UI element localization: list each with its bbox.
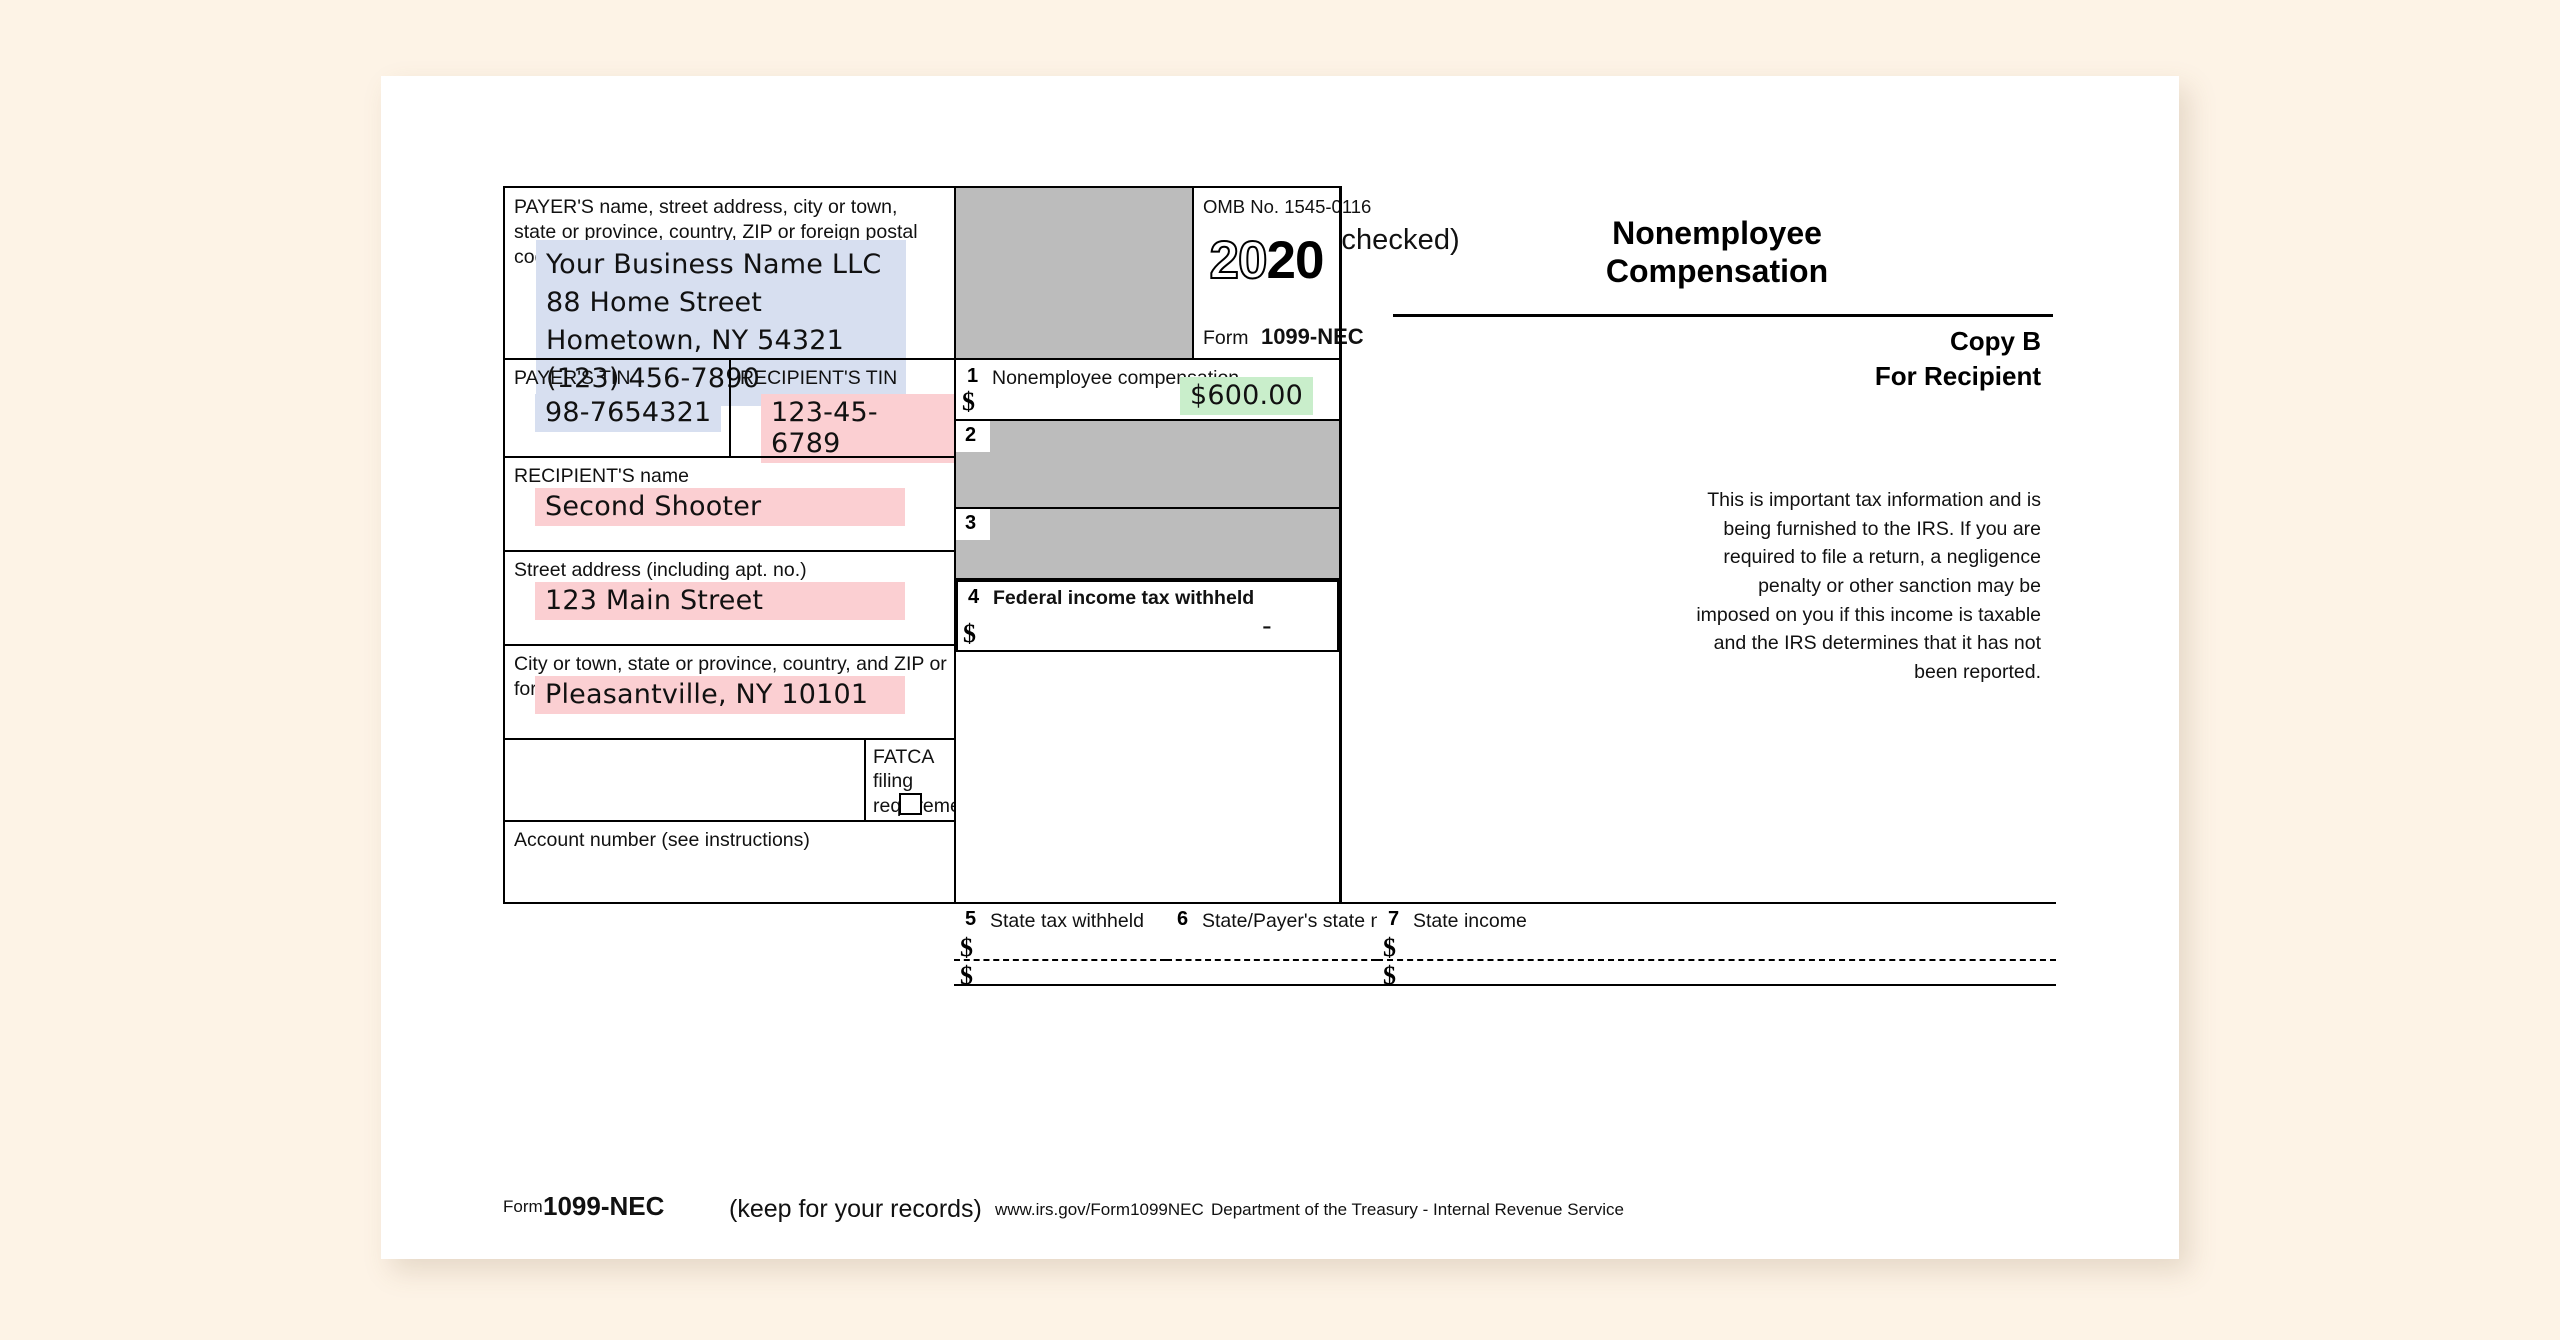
form-title: Nonemployee Compensation bbox=[1381, 214, 2053, 291]
tax-year-prefix: 20 bbox=[1209, 231, 1269, 290]
box-7-label: State income bbox=[1413, 910, 1527, 932]
omb-label: OMB No. 1545-0116 bbox=[1203, 196, 1372, 217]
recipient-street-label: Street address (including apt. no.) bbox=[514, 559, 807, 581]
box-1[interactable]: 1 Nonemployee compensation $ $600.00 bbox=[954, 358, 1341, 421]
form-number-label: 1099-NEC bbox=[1260, 324, 1364, 350]
fatca-label-line1: FATCA filing bbox=[873, 746, 934, 793]
box-6-label: State/Payer's state no. bbox=[1202, 910, 1398, 932]
box-3-number: 3 bbox=[956, 509, 991, 540]
recipient-tin-label: RECIPIENT'S TIN bbox=[740, 367, 898, 389]
box-4-label: Federal income tax withheld bbox=[993, 587, 1255, 609]
copy-b-label: Copy B bbox=[1950, 326, 2041, 356]
footer-form-number: 1099-NEC bbox=[543, 1191, 665, 1221]
form-grid: PAYER'S name, street address, city or to… bbox=[503, 186, 2056, 1186]
box-6-value-1 bbox=[1180, 936, 1200, 943]
form-title-line-1: Nonemployee bbox=[1612, 215, 1822, 251]
copy-label-block: Copy B For Recipient bbox=[1381, 324, 2041, 394]
box-7-value-1 bbox=[1411, 936, 1431, 943]
footer-url: www.irs.gov/Form1099NEC bbox=[995, 1200, 1204, 1219]
account-number-label: Account number (see instructions) bbox=[514, 829, 810, 851]
recipient-city-value: Pleasantville, NY 10101 bbox=[535, 676, 905, 714]
recipient-street-value: 123 Main Street bbox=[535, 582, 905, 620]
tax-year-suffix: 20 bbox=[1266, 231, 1325, 290]
box-7-value-2 bbox=[1411, 964, 1431, 971]
box-6[interactable]: 6 State/Payer's state no. bbox=[1166, 902, 1398, 986]
footer-agency: Department of the Treasury - Internal Re… bbox=[1211, 1200, 1624, 1219]
box-7-currency-2: $ bbox=[1383, 961, 1396, 990]
middle-blank-box bbox=[954, 652, 1341, 904]
form-prefix-label: Form bbox=[1203, 327, 1249, 350]
box-5-label: State tax withheld bbox=[990, 910, 1144, 932]
box-5-currency-2: $ bbox=[960, 961, 973, 990]
box-4-currency: $ bbox=[963, 619, 976, 648]
payer-tin-box[interactable]: PAYER'S TIN 98-7654321 bbox=[503, 358, 731, 458]
recipient-name-value: Second Shooter bbox=[535, 488, 905, 526]
payer-tin-label: PAYER'S TIN bbox=[514, 367, 631, 389]
box-1-value: $600.00 bbox=[1179, 377, 1313, 415]
recipient-street-box[interactable]: Street address (including apt. no.) 123 … bbox=[503, 550, 956, 646]
omb-year-box: OMB No. 1545-0116 2020 Form 1099-NEC bbox=[1192, 186, 1371, 360]
box-5[interactable]: 5 State tax withheld $ $ bbox=[954, 902, 1168, 990]
footer-keep-note: (keep for your records) bbox=[729, 1195, 982, 1223]
recipient-name-label: RECIPIENT'S name bbox=[514, 465, 689, 487]
box-7[interactable]: 7 State income $ $ bbox=[1377, 902, 2056, 990]
box-3: 3 bbox=[954, 507, 1341, 580]
copy-divider-rule bbox=[1393, 314, 2053, 317]
box-2: 2 bbox=[954, 419, 1341, 509]
box-5-divider bbox=[954, 959, 1166, 961]
payer-name-address-box[interactable]: PAYER'S name, street address, city or to… bbox=[503, 186, 956, 406]
payer-street: 88 Home Street bbox=[546, 287, 763, 318]
recipient-city-box[interactable]: City or town, state or province, country… bbox=[503, 644, 956, 740]
blank-left-box[interactable] bbox=[503, 738, 866, 822]
form-title-line-2: Compensation bbox=[1605, 253, 1829, 290]
fatca-checkbox[interactable] bbox=[899, 793, 922, 815]
box-5-value-1 bbox=[988, 936, 1008, 943]
fatca-box[interactable]: FATCA filing requirement bbox=[864, 738, 977, 822]
box-1-currency: $ bbox=[962, 387, 975, 416]
payer-name: Your Business Name LLC bbox=[546, 249, 882, 280]
box-5-number: 5 bbox=[965, 908, 977, 930]
box-6-value-2 bbox=[1180, 964, 1200, 971]
recipient-name-box[interactable]: RECIPIENT'S name Second Shooter bbox=[503, 456, 956, 552]
box-7-number: 7 bbox=[1388, 908, 1400, 930]
box-7-divider bbox=[1377, 959, 2056, 961]
account-number-value bbox=[527, 856, 547, 863]
box-5-value-2 bbox=[988, 964, 1008, 971]
recipient-tin-value: 123-45-6789 bbox=[761, 394, 954, 463]
tax-year: 2020 bbox=[1194, 231, 1339, 290]
box-6-number: 6 bbox=[1177, 908, 1189, 930]
box-2-number: 2 bbox=[956, 421, 991, 452]
payer-tin-value: 98-7654321 bbox=[535, 394, 722, 432]
account-number-box[interactable]: Account number (see instructions) bbox=[503, 820, 956, 904]
box-4-value: - bbox=[1262, 611, 1272, 642]
recipient-info-text: This is important tax information and is… bbox=[1696, 489, 2041, 683]
right-column-divider bbox=[1339, 186, 1342, 904]
payer-city-state-zip: Hometown, NY 54321 bbox=[546, 325, 844, 356]
recipient-tin-box[interactable]: RECIPIENT'S TIN 123-45-6789 bbox=[729, 358, 956, 463]
box-4[interactable]: 4 Federal income tax withheld $ - bbox=[954, 578, 1341, 654]
form-page: CORRECTED (if checked) PAYER'S name, str… bbox=[381, 76, 2179, 1259]
header-gray-block bbox=[954, 186, 1194, 360]
box-4-number: 4 bbox=[968, 586, 980, 608]
copy-for-recipient-label: For Recipient bbox=[1874, 360, 2041, 391]
box-1-number: 1 bbox=[967, 365, 979, 387]
footer-form-prefix: Form bbox=[503, 1197, 543, 1216]
box-6-divider bbox=[1166, 959, 1377, 961]
